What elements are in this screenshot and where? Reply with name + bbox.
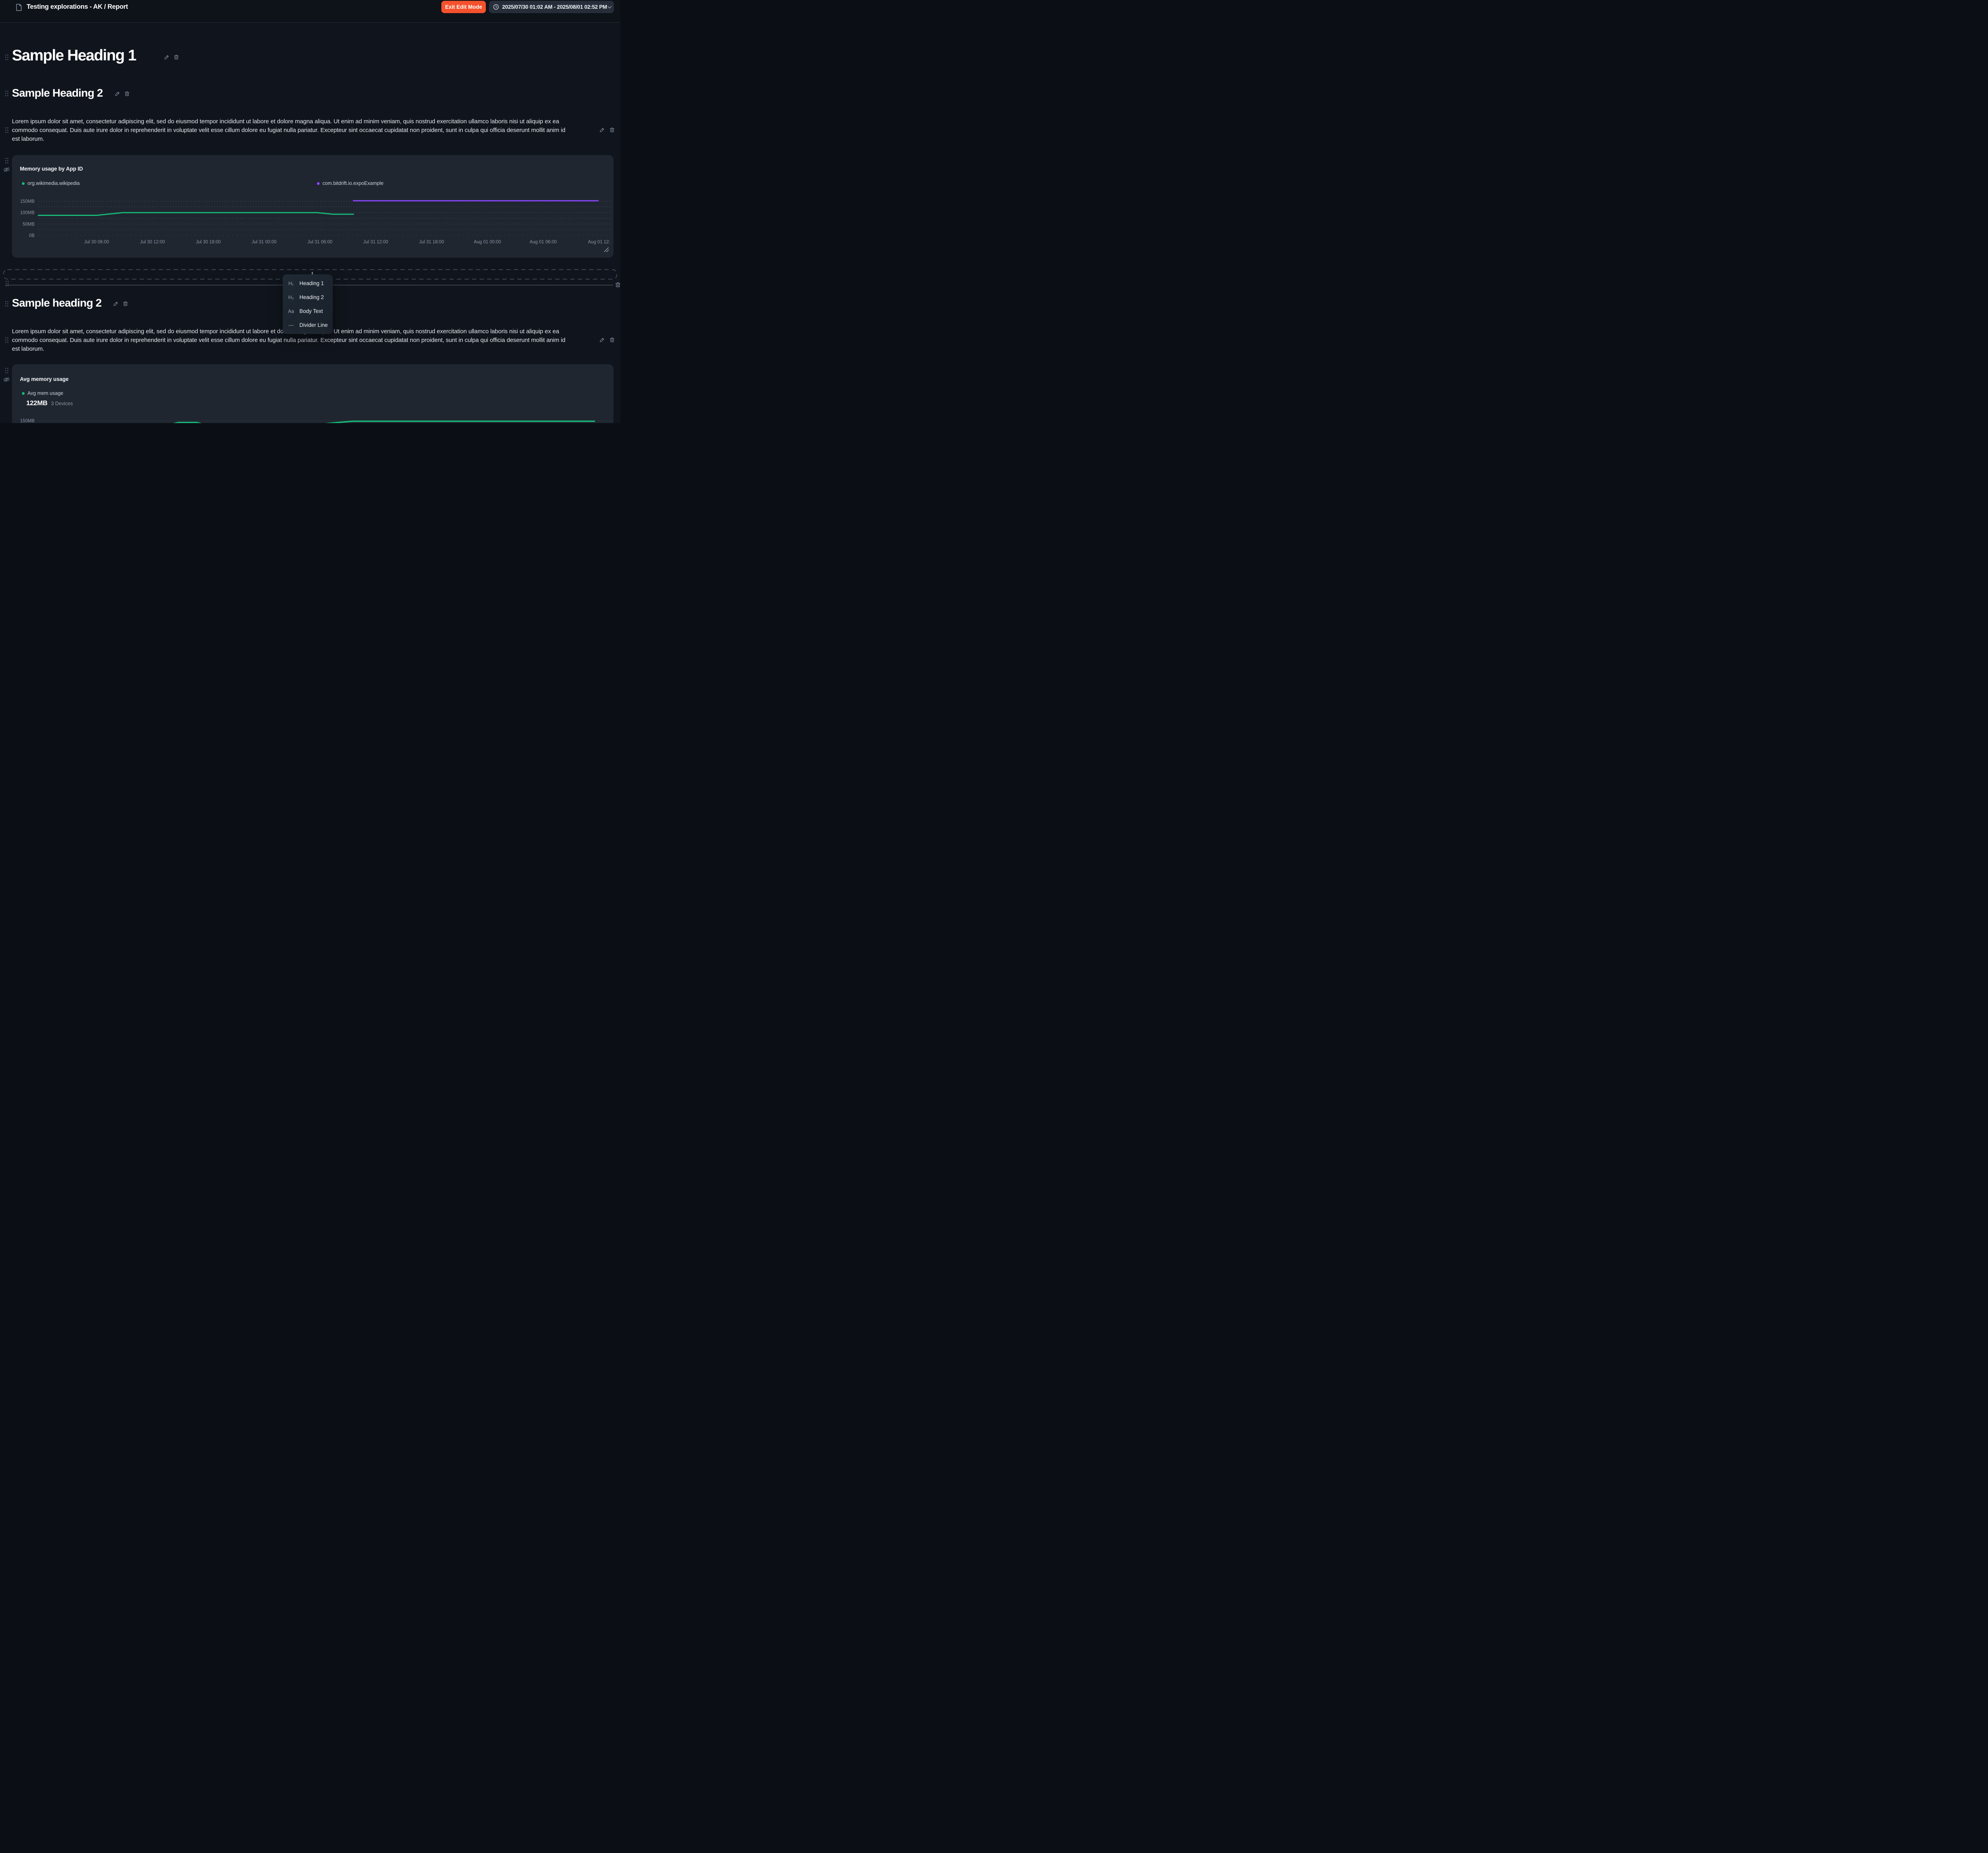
x-tick-label: Aug 01 06:00: [530, 240, 557, 245]
drag-handle[interactable]: [5, 54, 9, 62]
drag-handle[interactable]: [5, 337, 9, 345]
page-title: Testing explorations - AK / Report: [27, 3, 128, 11]
divider-line-icon: —: [286, 322, 296, 328]
document-icon: [16, 4, 22, 13]
drag-handle[interactable]: [5, 367, 9, 376]
delete-paragraph-button[interactable]: [609, 337, 615, 343]
edit-paragraph-button[interactable]: [599, 127, 605, 133]
x-tick-label: Jul 31 12:00: [363, 240, 388, 245]
legend-item-org-wikimedia-wikipedia[interactable]: org.wikimedia.wikipedia: [22, 181, 80, 186]
date-range-picker[interactable]: 2025/07/30 01:02 AM - 2025/08/01 02:52 P…: [489, 1, 614, 13]
legend-dot-icon: [22, 182, 25, 185]
drag-handle[interactable]: [5, 157, 9, 166]
edit-heading-3-button[interactable]: [113, 301, 119, 307]
x-tick-label: Jul 31 18:00: [419, 240, 444, 245]
menu-item-label: Heading 2: [299, 294, 324, 300]
y-tick-label: 0B: [29, 233, 35, 238]
heading-2-icon: H₂: [286, 295, 296, 300]
chevron-down-icon: [607, 6, 612, 9]
drag-handle[interactable]: [5, 90, 9, 99]
legend-dot-icon: [22, 392, 25, 395]
body-text-paragraph: Lorem ipsum dolor sit amet, consectetur …: [12, 117, 593, 144]
report-edit-page: Testing explorations - AK / Report Exit …: [0, 0, 620, 423]
x-tick-label: Jul 30 06:00: [84, 240, 109, 245]
chart-title: Memory usage by App ID: [20, 166, 83, 172]
x-tick-label: Aug 01 12:: [588, 240, 610, 245]
legend-item-avg-mem-usage[interactable]: Avg mem usage: [22, 390, 63, 396]
delete-divider-button[interactable]: [615, 282, 620, 288]
chart-stat: 122MB 3 Devices: [26, 399, 73, 407]
delete-heading-3-button[interactable]: [122, 301, 128, 307]
edit-heading-2-button[interactable]: [115, 91, 120, 97]
heading-3-text: Sample heading 2: [12, 297, 101, 309]
legend-label: org.wikimedia.wikipedia: [27, 181, 80, 186]
topbar: Testing explorations - AK / Report Exit …: [0, 0, 620, 23]
delete-paragraph-button[interactable]: [609, 127, 615, 133]
x-tick-label: Aug 01 00:00: [474, 240, 501, 245]
x-tick-label: Jul 31 06:00: [307, 240, 332, 245]
x-tick-label: Jul 31 00:00: [252, 240, 277, 245]
edit-paragraph-button[interactable]: [599, 337, 605, 343]
menu-item-label: Body Text: [299, 308, 323, 314]
date-range-text: 2025/07/30 01:02 AM - 2025/08/01 02:52 P…: [502, 4, 607, 10]
x-tick-label: Jul 30 12:00: [140, 240, 165, 245]
stat-caption: 3 Devices: [51, 401, 73, 406]
hide-chart-icon[interactable]: [3, 167, 10, 175]
chart-card-avg-memory-usage: Avg memory usage Avg mem usage 122MB 3 D…: [12, 364, 613, 423]
menu-item-body-text[interactable]: AaBody Text: [283, 304, 333, 318]
y-tick-label: 50MB: [23, 222, 35, 227]
series-line-org-wikimedia-wikipedia: [39, 213, 353, 216]
legend-label: com.bitdrift.io.expoExample: [322, 181, 384, 186]
hide-chart-icon[interactable]: [3, 377, 10, 385]
heading-1-icon: H₁: [286, 281, 296, 286]
y-tick-label: 100MB: [20, 211, 35, 216]
line-chart: 150MB: [12, 364, 613, 423]
menu-item-divider-line[interactable]: —Divider Line: [283, 318, 333, 332]
exit-edit-mode-button[interactable]: Exit Edit Mode: [441, 1, 486, 13]
legend-label: Avg mem usage: [27, 390, 63, 396]
body-text-icon: Aa: [286, 309, 296, 314]
resize-handle-icon[interactable]: [604, 247, 609, 254]
insert-block-menu: H₁Heading 1H₂Heading 2AaBody Text—Divide…: [283, 274, 333, 334]
series-line-avg-mem-usage: [167, 421, 594, 423]
menu-item-heading-1[interactable]: H₁Heading 1: [283, 276, 333, 290]
menu-item-heading-2[interactable]: H₂Heading 2: [283, 290, 333, 304]
drag-handle[interactable]: [5, 301, 9, 309]
legend-item-com-bitdrift-io-expoexample[interactable]: com.bitdrift.io.expoExample: [317, 181, 384, 186]
line-chart: 150MB 100MB 50MB 0B Jul 30 06:00 Jul 30 12:00…: [12, 155, 613, 250]
heading-2-text: Sample Heading 2: [12, 87, 103, 99]
x-tick-label: Jul 30 18:00: [196, 240, 221, 245]
delete-heading-2-button[interactable]: [124, 91, 130, 97]
menu-item-label: Heading 1: [299, 280, 324, 286]
legend-dot-icon: [317, 182, 320, 185]
y-tick-label: 150MB: [20, 419, 35, 423]
chart-card-memory-usage-by-app-id: Memory usage by App ID org.wikimedia.wik…: [12, 155, 613, 258]
clock-icon: [493, 4, 499, 10]
y-tick-label: 150MB: [20, 199, 35, 204]
edit-heading-1-button[interactable]: [164, 54, 170, 60]
chart-title: Avg memory usage: [20, 376, 68, 382]
delete-heading-1-button[interactable]: [173, 54, 179, 60]
heading-1-text: Sample Heading 1: [12, 47, 136, 64]
drag-handle[interactable]: [5, 127, 9, 135]
menu-item-label: Divider Line: [299, 322, 328, 328]
stat-value: 122MB: [26, 399, 47, 407]
